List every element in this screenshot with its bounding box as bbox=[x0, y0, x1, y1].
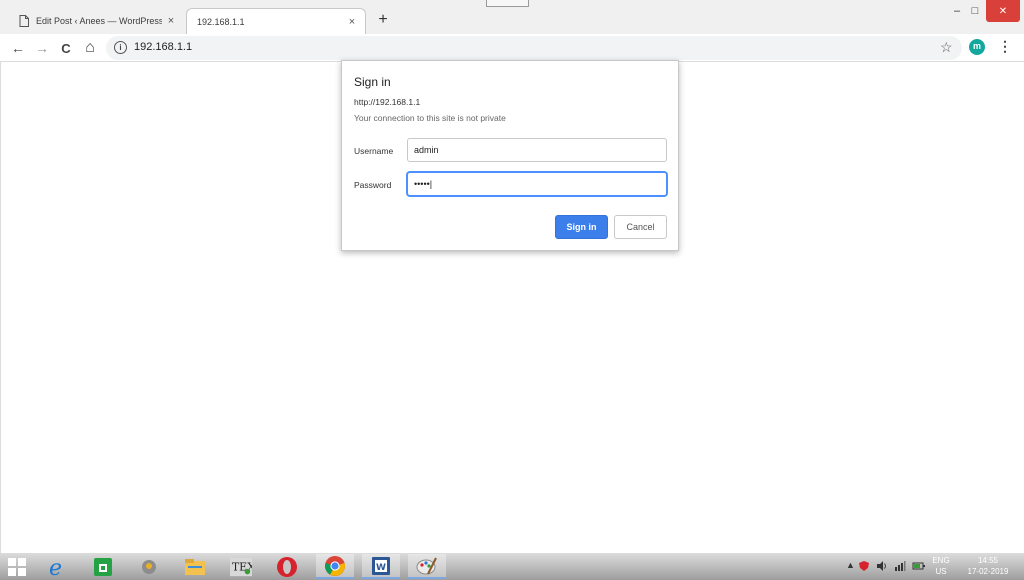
clock-date: 17-02-2019 bbox=[967, 567, 1009, 576]
username-field[interactable] bbox=[407, 138, 667, 162]
tab-router[interactable]: 192.168.1.1 × bbox=[186, 8, 366, 34]
file-explorer-icon[interactable] bbox=[184, 556, 206, 578]
tex-icon[interactable]: TEX bbox=[230, 556, 252, 578]
profile-avatar[interactable]: m bbox=[969, 39, 985, 55]
clock[interactable]: 14:55 17-02-2019 bbox=[960, 555, 1016, 577]
address-bar[interactable]: i 192.168.1.1 bbox=[106, 36, 962, 60]
home-button[interactable]: ⌂ bbox=[80, 38, 100, 58]
menu-kebab-icon[interactable]: ⋮ bbox=[998, 38, 1012, 55]
window-drag-handle[interactable] bbox=[486, 0, 529, 7]
tab-title: 192.168.1.1 bbox=[197, 16, 245, 27]
dialog-title: Sign in bbox=[354, 75, 391, 89]
bookmark-star-icon[interactable]: ☆ bbox=[940, 39, 953, 56]
internet-explorer-icon[interactable]: e bbox=[46, 556, 68, 578]
http-auth-dialog: Sign in http://192.168.1.1 Your connecti… bbox=[341, 60, 679, 251]
network-icon[interactable] bbox=[894, 560, 906, 574]
tab-close-icon[interactable]: × bbox=[162, 15, 180, 27]
username-label: Username bbox=[354, 146, 394, 156]
back-button[interactable]: ← bbox=[8, 38, 28, 58]
svg-text:W: W bbox=[376, 563, 386, 573]
password-label: Password bbox=[354, 180, 392, 190]
info-icon[interactable]: i bbox=[114, 41, 127, 54]
tab-title: Edit Post ‹ Anees — WordPress bbox=[36, 16, 162, 26]
sign-in-button[interactable]: Sign in bbox=[555, 215, 608, 239]
start-button[interactable] bbox=[6, 556, 28, 578]
svg-text:e: e bbox=[49, 556, 62, 578]
maximize-button[interactable]: □ bbox=[966, 0, 984, 22]
word-icon[interactable]: W bbox=[362, 554, 400, 579]
browser-toolbar: ← → C ⌂ i 192.168.1.1 ☆ m ⋮ bbox=[0, 34, 1024, 62]
security-icon[interactable] bbox=[858, 560, 870, 574]
volume-icon[interactable] bbox=[876, 560, 888, 574]
battery-icon[interactable] bbox=[912, 560, 926, 574]
region-code: US bbox=[935, 567, 947, 576]
minimize-button[interactable]: – bbox=[950, 0, 964, 22]
password-field[interactable] bbox=[407, 172, 667, 196]
opera-icon[interactable] bbox=[276, 556, 298, 578]
tab-wordpress[interactable]: Edit Post ‹ Anees — WordPress × bbox=[6, 8, 184, 34]
reload-button[interactable]: C bbox=[56, 38, 76, 58]
cancel-button[interactable]: Cancel bbox=[614, 215, 667, 239]
language-code: ENG bbox=[932, 556, 950, 565]
close-window-button[interactable]: ✕ bbox=[986, 0, 1020, 22]
connection-warning: Your connection to this site is not priv… bbox=[354, 113, 506, 123]
store-icon[interactable] bbox=[92, 556, 114, 578]
page-icon bbox=[18, 15, 30, 27]
url-text[interactable]: 192.168.1.1 bbox=[134, 41, 192, 53]
paint-icon[interactable] bbox=[408, 554, 446, 579]
dialog-origin: http://192.168.1.1 bbox=[354, 97, 421, 107]
tray-overflow-icon[interactable]: ▲ bbox=[846, 560, 855, 570]
new-tab-button[interactable]: + bbox=[373, 11, 393, 29]
tab-close-icon[interactable]: × bbox=[343, 16, 361, 28]
forward-button[interactable]: → bbox=[32, 38, 52, 58]
tab-strip: Edit Post ‹ Anees — WordPress × 192.168.… bbox=[0, 0, 1024, 34]
language-indicator[interactable]: ENG US bbox=[930, 555, 952, 577]
clock-time: 14:55 bbox=[977, 556, 999, 565]
maps-icon[interactable] bbox=[138, 556, 160, 578]
windows-logo-icon bbox=[8, 558, 26, 576]
windows-taskbar: e TEX W ▲ ENG US bbox=[0, 553, 1024, 580]
chrome-icon[interactable] bbox=[316, 554, 354, 579]
